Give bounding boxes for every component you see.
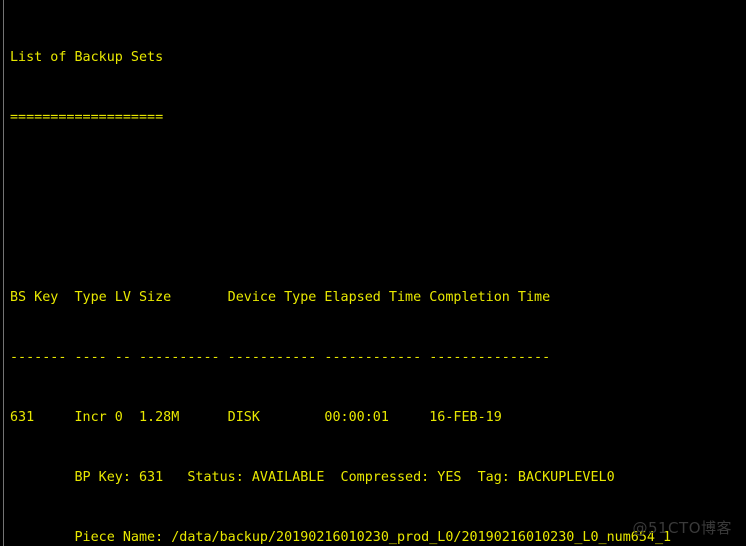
output-line: BS Key Type LV Size Device Type Elapsed … xyxy=(10,290,551,305)
output-line: BP Key: 631 Status: AVAILABLE Compressed… xyxy=(10,470,615,485)
output-line: =================== xyxy=(10,110,164,125)
terminal-console-output: List of Backup Sets =================== … xyxy=(10,8,746,546)
terminal-left-rule xyxy=(3,0,4,546)
output-line: 631 Incr 0 1.28M DISK 00:00:01 16-FEB-19 xyxy=(10,410,502,425)
output-line-blank xyxy=(10,168,746,188)
output-line: List of Backup Sets xyxy=(10,50,164,65)
terminal-window[interactable]: List of Backup Sets =================== … xyxy=(0,0,746,546)
output-line: ------- ---- -- ---------- ----------- -… xyxy=(10,350,551,365)
output-line-blank xyxy=(10,228,746,248)
watermark-label: @51CTO博客 xyxy=(632,519,732,537)
